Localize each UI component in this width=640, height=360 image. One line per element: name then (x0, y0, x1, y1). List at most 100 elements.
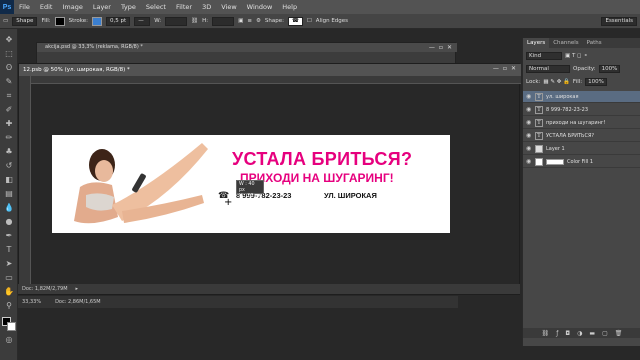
maximize-icon[interactable]: ▫ (503, 65, 507, 72)
menu-filter[interactable]: Filter (171, 3, 197, 11)
history-brush-icon[interactable]: ↺ (4, 161, 14, 171)
close-icon[interactable]: ✕ (511, 65, 516, 72)
fill-swatch[interactable] (54, 16, 65, 26)
zoom-level[interactable]: 33,33% (22, 299, 41, 305)
crop-tool-icon[interactable]: ⌗ (4, 91, 14, 101)
lasso-tool-icon[interactable]: ʘ (4, 63, 14, 73)
layer-row[interactable]: ◉ T ул. широкая (523, 91, 640, 103)
menu-window[interactable]: Window (242, 3, 278, 11)
layer-row[interactable]: ◉ T приходи на шугаринг! (523, 117, 640, 129)
align-edges-checkbox[interactable]: ☐ (307, 18, 312, 24)
dodge-tool-icon[interactable]: ● (4, 217, 14, 227)
clone-stamp-icon[interactable]: ♣ (4, 147, 14, 157)
stroke-swatch[interactable] (92, 16, 103, 26)
menu-view[interactable]: View (216, 3, 241, 11)
shape-label: Shape: (264, 18, 284, 24)
menu-image[interactable]: Image (57, 3, 87, 11)
document-tab[interactable]: 12.psb @ 50% (ул. широкая, RGB/8) * (19, 64, 521, 76)
menu-file[interactable]: File (14, 3, 35, 11)
minimize-icon[interactable]: — (429, 44, 435, 51)
path-align-icon[interactable]: ≡ (247, 18, 252, 24)
shape-picker[interactable]: ☎ (287, 16, 303, 26)
kind-filter-select[interactable]: Kind (526, 52, 562, 60)
trash-icon[interactable]: 🗑 (615, 330, 623, 337)
maximize-icon[interactable]: ▫ (439, 44, 443, 51)
healing-brush-icon[interactable]: ✚ (4, 119, 14, 129)
visibility-eye-icon[interactable]: ◉ (526, 119, 532, 126)
menu-bar: Ps File Edit Image Layer Type Select Fil… (0, 0, 640, 14)
background-document-window[interactable]: akcija.psd @ 33,3% (reklama, RGB/8) * — … (36, 42, 457, 64)
tab-channels[interactable]: Channels (549, 38, 582, 48)
menu-type[interactable]: Type (116, 3, 141, 11)
workspace-select[interactable]: Essentials (601, 16, 637, 26)
close-icon[interactable]: ✕ (447, 44, 452, 51)
background-document-tab[interactable]: akcija.psd @ 33,3% (reklama, RGB/8) * (37, 43, 457, 52)
document-status-text: Doc: 1,82M/2,79M (22, 286, 68, 292)
visibility-eye-icon[interactable]: ◉ (526, 158, 532, 165)
zoom-tool-icon[interactable]: ⚲ (4, 301, 14, 311)
mode-select[interactable]: Shape (12, 16, 38, 26)
path-select-icon[interactable]: ➤ (4, 259, 14, 269)
menu-3d[interactable]: 3D (197, 3, 216, 11)
move-tool-icon[interactable]: ✥ (4, 35, 14, 45)
tooltip-height: H : 28 px (239, 194, 261, 199)
crosshair-cursor-icon: + (224, 197, 233, 208)
type-tool-icon[interactable]: T (4, 245, 14, 255)
filter-icons[interactable]: ▣ T ◻ ⚬ (565, 53, 588, 59)
path-ops-icon[interactable]: ▣ (238, 18, 243, 24)
blend-row: Normal Opacity: 100% (526, 64, 638, 74)
link-icon[interactable]: ⛓ (191, 18, 198, 24)
lock-label: Lock: (526, 79, 541, 85)
gradient-icon[interactable]: ▤ (4, 189, 14, 199)
add-mask-icon[interactable]: ◘ (565, 330, 570, 337)
layer-name: ул. широкая (546, 93, 579, 100)
layer-row[interactable]: ◉ T УСТАЛА БРИТЬСЯ? (523, 130, 640, 142)
blend-mode-select[interactable]: Normal (526, 65, 570, 73)
menu-edit[interactable]: Edit (35, 3, 58, 11)
brush-tool-icon[interactable]: ✏ (4, 133, 14, 143)
tab-layers[interactable]: Layers (523, 38, 550, 48)
layer-name: УСТАЛА БРИТЬСЯ? (546, 132, 595, 139)
height-input[interactable] (212, 16, 235, 26)
hand-tool-icon[interactable]: ✋ (4, 287, 14, 297)
visibility-eye-icon[interactable]: ◉ (526, 106, 532, 113)
visibility-eye-icon[interactable]: ◉ (526, 145, 532, 152)
opacity-input[interactable]: 100% (598, 65, 621, 73)
gear-icon[interactable]: ⚙ (256, 18, 261, 24)
fill-opacity-input[interactable]: 100% (585, 78, 607, 86)
link-layers-icon[interactable]: ⛓ (542, 330, 550, 337)
layer-row[interactable]: ◉ Layer 1 (523, 143, 640, 155)
adjustment-layer-icon[interactable]: ◑ (577, 330, 582, 337)
layer-row[interactable]: ◉ Color Fill 1 (523, 156, 640, 168)
document-status-bar: Doc: 1,82M/2,79M ▸ (18, 284, 520, 294)
new-group-icon[interactable]: ▬ (589, 330, 595, 337)
pen-tool-icon[interactable]: ✒ (4, 231, 14, 241)
stroke-width-input[interactable]: 0,5 pt (106, 16, 131, 26)
image-layer-thumbnail (535, 144, 543, 153)
visibility-eye-icon[interactable]: ◉ (526, 93, 532, 100)
width-input[interactable] (165, 16, 188, 26)
visibility-eye-icon[interactable]: ◉ (526, 132, 532, 139)
blur-tool-icon[interactable]: 💧 (4, 203, 14, 213)
stroke-style-select[interactable]: — (134, 16, 151, 26)
menu-select[interactable]: Select (141, 3, 171, 11)
layers-panel: Layers Channels Paths Kind ▣ T ◻ ⚬ Norma… (522, 38, 640, 346)
minimize-icon[interactable]: — (493, 65, 499, 72)
shape-tool-sidebar-icon[interactable]: ▭ (4, 273, 14, 283)
lock-icons[interactable]: ▦ ✎ ✥ 🔒 (543, 79, 570, 85)
photoshop-logo: Ps (0, 0, 14, 14)
menu-layer[interactable]: Layer (88, 3, 116, 11)
quick-mask-icon[interactable]: ◎ (4, 335, 14, 345)
eyedropper-icon[interactable]: ✐ (4, 105, 14, 115)
eraser-icon[interactable]: ◧ (4, 175, 14, 185)
status-arrow-icon[interactable]: ▸ (76, 286, 79, 292)
menu-help[interactable]: Help (277, 3, 302, 11)
quick-select-icon[interactable]: ✎ (4, 77, 14, 87)
tab-paths[interactable]: Paths (583, 38, 606, 48)
layer-row[interactable]: ◉ T 8 999-782-23-23 (523, 104, 640, 116)
new-layer-icon[interactable]: ▢ (602, 330, 608, 337)
fx-icon[interactable]: ƒ (556, 330, 558, 337)
marquee-tool-icon[interactable]: ⬚ (4, 49, 14, 59)
shape-tool-icon[interactable]: ▭ (3, 18, 8, 24)
background-color-swatch[interactable] (7, 322, 16, 331)
